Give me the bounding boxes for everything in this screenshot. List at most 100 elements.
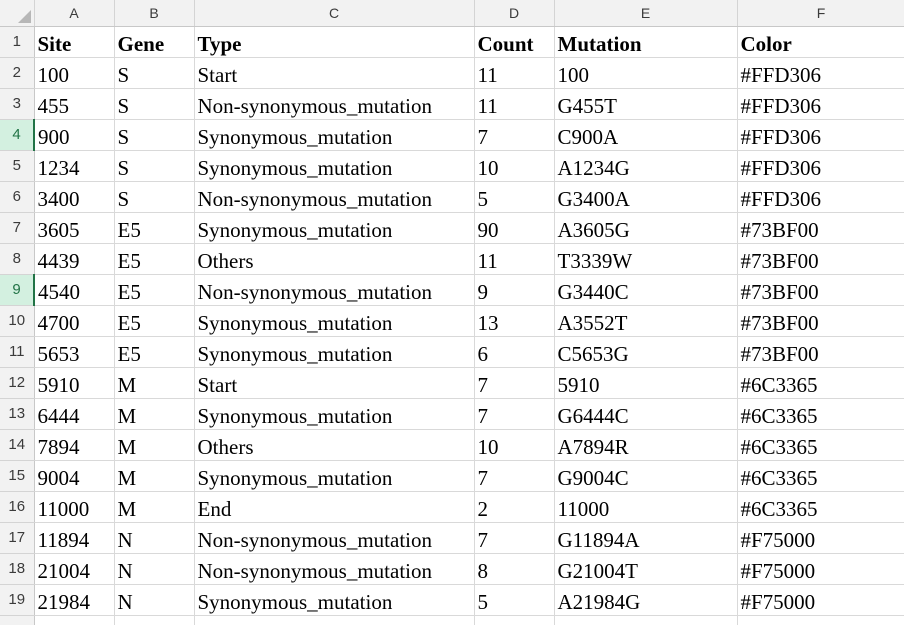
cell-e[interactable]: T3339W <box>554 243 738 275</box>
row-header[interactable]: 3 <box>0 88 35 120</box>
cell-f[interactable]: #FFD306 <box>737 150 904 182</box>
cell-b[interactable]: M <box>114 367 195 399</box>
cell-e[interactable]: C5653G <box>554 336 738 368</box>
cell-f[interactable]: #F75000 <box>737 553 904 585</box>
cell-f[interactable]: #6C3365 <box>737 491 904 523</box>
cell-b[interactable]: N <box>114 522 195 554</box>
column-header-a[interactable]: A <box>34 0 115 27</box>
cell-a[interactable]: 21004 <box>34 553 115 585</box>
column-header-f[interactable]: F <box>737 0 904 27</box>
cell-d[interactable]: 11 <box>474 243 555 275</box>
cell-f[interactable]: #6C3365 <box>737 398 904 430</box>
row-header[interactable]: 14 <box>0 429 35 461</box>
cell-d[interactable]: 8 <box>474 553 555 585</box>
cell-e[interactable]: 100 <box>554 57 738 89</box>
row-header[interactable]: 10 <box>0 305 35 337</box>
cell-b[interactable]: E5 <box>114 212 195 244</box>
cell-a[interactable]: 3605 <box>34 212 115 244</box>
cell-d[interactable]: Count <box>474 26 555 58</box>
column-header-d[interactable]: D <box>474 0 555 27</box>
row-header[interactable]: 15 <box>0 460 35 492</box>
cell-d[interactable]: 11 <box>474 57 555 89</box>
row-header[interactable]: 1 <box>0 26 35 58</box>
cell-b[interactable]: S <box>114 88 195 120</box>
cell-e[interactable]: G455T <box>554 88 738 120</box>
cell-e[interactable]: C21029T <box>554 615 738 625</box>
cell-b[interactable]: S <box>114 181 195 213</box>
cell-d[interactable]: 2 <box>474 491 555 523</box>
cell-c[interactable]: Synonymous_mutation <box>194 584 475 616</box>
cell-f[interactable]: #73BF00 <box>737 305 904 337</box>
cell-d[interactable]: 5 <box>474 584 555 616</box>
cell-a[interactable]: 4439 <box>34 243 115 275</box>
cell-b[interactable]: S <box>114 119 195 151</box>
cell-c[interactable]: Non-synonymous_mutation <box>194 274 475 306</box>
cell-b[interactable]: N <box>114 615 195 625</box>
cell-c[interactable]: Type <box>194 26 475 58</box>
cell-f[interactable]: #73BF00 <box>737 336 904 368</box>
cell-e[interactable]: C900A <box>554 119 738 151</box>
cell-b[interactable]: E5 <box>114 274 195 306</box>
cell-e[interactable]: 11000 <box>554 491 738 523</box>
cell-a[interactable]: 21984 <box>34 584 115 616</box>
cell-d[interactable]: 7 <box>474 522 555 554</box>
row-header[interactable]: 18 <box>0 553 35 585</box>
cell-e[interactable]: G11894A <box>554 522 738 554</box>
row-header[interactable]: 8 <box>0 243 35 275</box>
cell-e[interactable]: G3440C <box>554 274 738 306</box>
cell-a[interactable]: 4700 <box>34 305 115 337</box>
cell-e[interactable]: A1234G <box>554 150 738 182</box>
cell-d[interactable]: 7 <box>474 367 555 399</box>
cell-f[interactable]: #F75000 <box>737 615 904 625</box>
cell-c[interactable]: Others <box>194 243 475 275</box>
cell-d[interactable]: 10 <box>474 429 555 461</box>
row-header[interactable]: 12 <box>0 367 35 399</box>
cell-a[interactable]: 11894 <box>34 522 115 554</box>
cell-d[interactable]: 13 <box>474 305 555 337</box>
row-header[interactable]: 13 <box>0 398 35 430</box>
cell-c[interactable]: Start <box>194 57 475 89</box>
cell-b[interactable]: M <box>114 398 195 430</box>
cell-b[interactable]: M <box>114 429 195 461</box>
cell-a[interactable]: 3400 <box>34 181 115 213</box>
cell-d[interactable]: 9 <box>474 615 555 625</box>
cell-d[interactable]: 7 <box>474 398 555 430</box>
cell-e[interactable]: A21984G <box>554 584 738 616</box>
cell-a[interactable]: 455 <box>34 88 115 120</box>
cell-d[interactable]: 7 <box>474 460 555 492</box>
cell-a[interactable]: 100 <box>34 57 115 89</box>
cell-a[interactable]: 11000 <box>34 491 115 523</box>
cell-e[interactable]: Mutation <box>554 26 738 58</box>
cell-b[interactable]: M <box>114 460 195 492</box>
cell-d[interactable]: 9 <box>474 274 555 306</box>
cell-b[interactable]: M <box>114 491 195 523</box>
cell-c[interactable]: Synonymous_mutation <box>194 212 475 244</box>
cell-f[interactable]: #F75000 <box>737 584 904 616</box>
column-header-b[interactable]: B <box>114 0 195 27</box>
cell-e[interactable]: G9004C <box>554 460 738 492</box>
row-header[interactable]: 19 <box>0 584 35 616</box>
column-header-c[interactable]: C <box>194 0 475 27</box>
row-header[interactable]: 16 <box>0 491 35 523</box>
cell-d[interactable]: 11 <box>474 88 555 120</box>
cell-d[interactable]: 6 <box>474 336 555 368</box>
row-header[interactable]: 5 <box>0 150 35 182</box>
cell-e[interactable]: A3552T <box>554 305 738 337</box>
row-header[interactable]: 9 <box>0 274 35 306</box>
cell-d[interactable]: 10 <box>474 150 555 182</box>
cell-b[interactable]: E5 <box>114 336 195 368</box>
cell-a[interactable]: 7894 <box>34 429 115 461</box>
cell-f[interactable]: #F75000 <box>737 522 904 554</box>
cell-f[interactable]: #FFD306 <box>737 119 904 151</box>
cell-e[interactable]: G3400A <box>554 181 738 213</box>
cell-a[interactable]: 9004 <box>34 460 115 492</box>
row-header[interactable]: 4 <box>0 119 35 151</box>
cell-b[interactable]: Gene <box>114 26 195 58</box>
cell-a[interactable]: 4540 <box>34 274 115 306</box>
cell-f[interactable]: #FFD306 <box>737 181 904 213</box>
cell-e[interactable]: G6444C <box>554 398 738 430</box>
cell-c[interactable]: Synonymous_mutation <box>194 305 475 337</box>
cell-f[interactable]: #FFD306 <box>737 57 904 89</box>
cell-c[interactable]: Synonymous_mutation <box>194 615 475 625</box>
cell-b[interactable]: N <box>114 584 195 616</box>
